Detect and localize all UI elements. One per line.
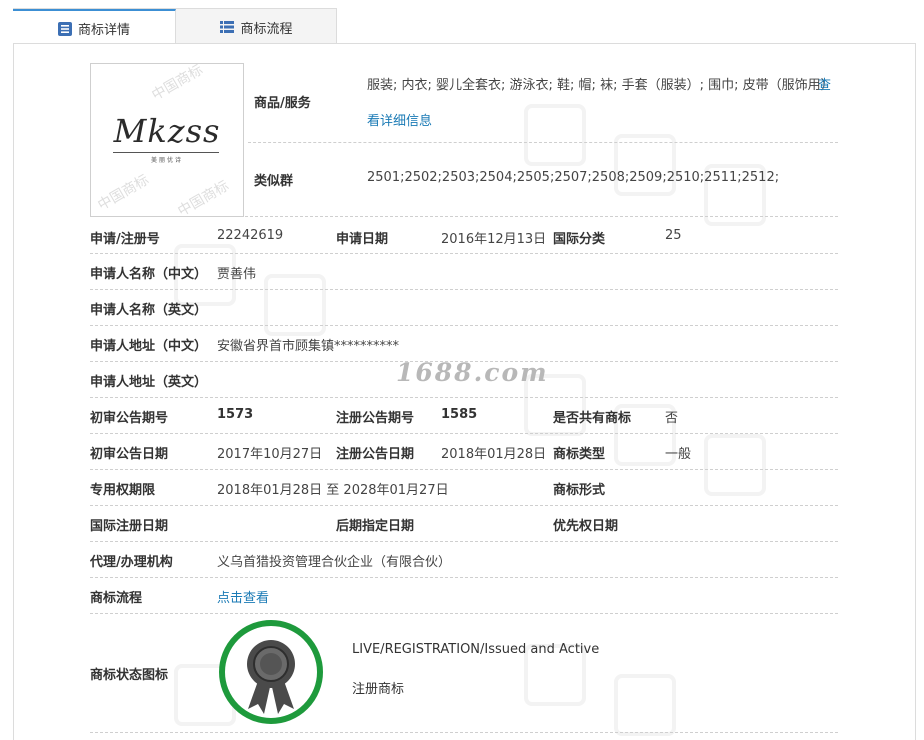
divider xyxy=(90,541,838,542)
registered-medal-icon xyxy=(219,620,323,724)
mark-type-label: 商标类型 xyxy=(553,447,606,462)
mark-type-value: 一般 xyxy=(665,447,692,462)
goods-label: 商品/服务 xyxy=(254,96,311,111)
logo-wordmark: Mkzss xyxy=(113,112,221,150)
shared-label: 是否共有商标 xyxy=(553,411,632,426)
table-icon xyxy=(220,21,235,33)
reg-no-value: 22242619 xyxy=(217,228,284,243)
reg-pub-date-label: 注册公告日期 xyxy=(336,447,415,462)
term-label: 专用权期限 xyxy=(90,483,156,498)
applicant-cn-label: 申请人名称（中文） xyxy=(90,267,208,282)
divider xyxy=(248,142,838,143)
shared-value: 否 xyxy=(665,411,679,426)
view-details-link[interactable]: 查 xyxy=(818,74,831,93)
divider xyxy=(90,577,838,578)
divider xyxy=(90,216,838,217)
status-cn: 注册商标 xyxy=(352,682,405,697)
divider xyxy=(90,433,838,434)
logo-subtext: 美丽优诗 xyxy=(150,157,183,164)
logo-watermark: 中国商标 xyxy=(149,63,206,104)
agent-value: 义乌首猎投资管理合伙企业（有限合伙） xyxy=(217,555,452,570)
reg-pub-no-label: 注册公告期号 xyxy=(336,411,415,426)
flow-label: 商标流程 xyxy=(90,591,143,606)
intl-class-value: 25 xyxy=(665,228,682,243)
site-watermark: 1688.com xyxy=(396,358,549,387)
prelim-date-value: 2017年10月27日 xyxy=(217,447,323,462)
address-en-label: 申请人地址（英文） xyxy=(90,375,208,390)
tab-label: 商标详情 xyxy=(77,23,130,38)
bg-watermark xyxy=(524,104,586,166)
applicant-en-label: 申请人名称（英文） xyxy=(90,303,208,318)
logo-watermark: 中国商标 xyxy=(175,177,232,217)
apply-date-value: 2016年12月13日 xyxy=(441,232,547,247)
status-icon-label: 商标状态图标 xyxy=(90,668,169,683)
intl-reg-date-label: 国际注册日期 xyxy=(90,519,169,534)
reg-pub-date-value: 2018年01月28日 xyxy=(441,447,547,462)
tab-trademark-details[interactable]: 商标详情 xyxy=(13,9,176,46)
list-icon xyxy=(57,21,72,36)
tab-label: 商标流程 xyxy=(240,21,293,37)
mark-form-label: 商标形式 xyxy=(553,483,606,498)
divider xyxy=(90,613,838,614)
flow-view-link[interactable]: 点击查看 xyxy=(217,587,269,606)
bg-watermark xyxy=(264,274,326,336)
goods-value: 服装; 内衣; 婴儿全套衣; 游泳衣; 鞋; 帽; 袜; 手套（服装）; 围巾;… xyxy=(367,78,834,93)
bg-watermark xyxy=(614,134,676,196)
later-date-label: 后期指定日期 xyxy=(336,519,415,534)
applicant-cn-value: 贾善伟 xyxy=(217,267,257,282)
divider xyxy=(90,397,838,398)
logo-divider xyxy=(113,152,219,153)
reg-pub-no-value: 1585 xyxy=(441,407,478,422)
reg-no-label: 申请/注册号 xyxy=(90,232,160,247)
apply-date-label: 申请日期 xyxy=(336,232,389,247)
prelim-date-label: 初审公告日期 xyxy=(90,447,169,462)
tab-bar: 商标详情 商标流程 xyxy=(13,8,337,46)
prelim-no-label: 初审公告期号 xyxy=(90,411,169,426)
tab-trademark-flow[interactable]: 商标流程 xyxy=(176,9,337,45)
divider xyxy=(90,732,838,733)
priority-date-label: 优先权日期 xyxy=(553,519,619,534)
bg-watermark xyxy=(704,434,766,496)
logo-watermark: 中国商标 xyxy=(95,171,152,214)
address-cn-value: 安徽省界首市顾集镇********** xyxy=(217,339,400,354)
address-cn-label: 申请人地址（中文） xyxy=(90,339,208,354)
agent-label: 代理/办理机构 xyxy=(90,555,173,570)
divider xyxy=(90,469,838,470)
divider xyxy=(90,253,838,254)
divider xyxy=(90,325,838,326)
trademark-image: 中国商标 中国商标 中国商标 Mkzss 美丽优诗 xyxy=(90,63,244,217)
similar-group-value: 2501;2502;2503;2504;2505;2507;2508;2509;… xyxy=(367,170,780,185)
view-details-link-cont[interactable]: 看详细信息 xyxy=(367,110,432,129)
divider xyxy=(90,505,838,506)
divider xyxy=(90,289,838,290)
bg-watermark xyxy=(614,674,676,736)
similar-group-label: 类似群 xyxy=(254,174,294,189)
term-value: 2018年01月28日 至 2028年01月27日 xyxy=(217,483,449,498)
status-en: LIVE/REGISTRATION/Issued and Active xyxy=(352,642,600,657)
prelim-no-value: 1573 xyxy=(217,407,254,422)
intl-class-label: 国际分类 xyxy=(553,232,606,247)
